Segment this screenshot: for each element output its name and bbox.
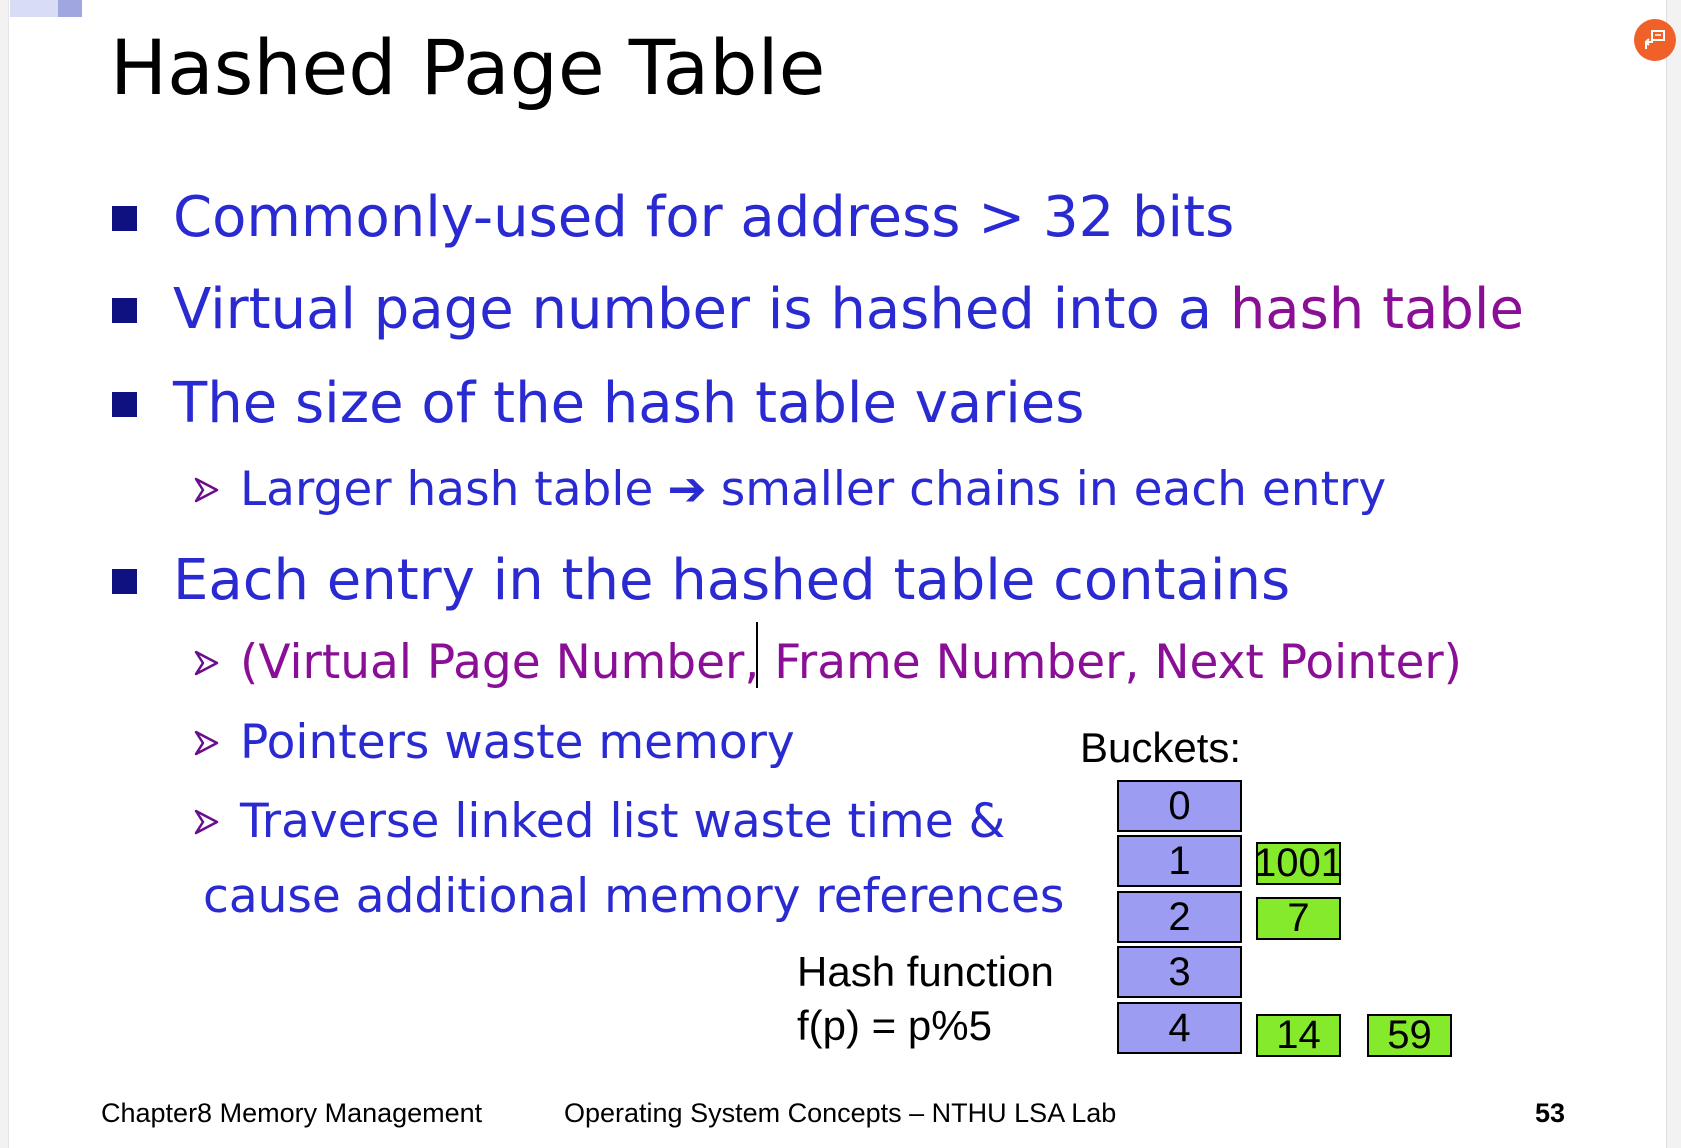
text-cursor [756, 622, 758, 688]
share-screen-icon[interactable] [1634, 19, 1676, 61]
arrowhead-bullet-icon [194, 477, 219, 502]
entry-59: 59 [1367, 1013, 1452, 1057]
bucket-4: 4 [1117, 1002, 1242, 1054]
right-scrollbar[interactable] [1666, 0, 1681, 1148]
decorative-square [58, 0, 82, 17]
slide-title: Hashed Page Table [110, 23, 826, 112]
square-bullet-icon [112, 391, 137, 417]
bullet-1-text: Commonly-used for address > 32 bits [173, 185, 1235, 250]
bullet-4: Each entry in the hashed table contains [112, 553, 1290, 609]
arrowhead-bullet-icon [194, 650, 219, 675]
arrowhead-bullet-icon [194, 730, 219, 755]
share-screen-glyph [1644, 30, 1665, 49]
bullet-2-highlight: hash table [1229, 277, 1524, 342]
bullet-2: Virtual page number is hashed into a has… [112, 282, 1524, 338]
subbullet-pointers-text: Pointers waste memory [240, 715, 795, 770]
subbullet-larger-after: smaller chains in each entry [720, 462, 1387, 517]
subbullet-tuple: (Virtual Page Number, Frame Number, Next… [192, 639, 1462, 686]
page-number: 53 [1535, 1098, 1566, 1128]
bucket-3: 3 [1117, 946, 1242, 998]
bucket-0: 0 [1117, 780, 1242, 832]
bucket-1: 1 [1117, 835, 1242, 887]
arrowhead-bullet-icon [194, 809, 219, 834]
left-edge [0, 0, 9, 1148]
subbullet-tuple-text: (Virtual Page Number, Frame Number, Next… [240, 635, 1463, 690]
entry-7: 7 [1256, 896, 1341, 940]
square-bullet-icon [112, 568, 137, 594]
bullet-3-text: The size of the hash table varies [173, 371, 1085, 436]
subbullet-traverse: Traverse linked list waste time & [192, 798, 1005, 845]
slide: Hashed Page Table Commonly-used for addr… [0, 0, 1681, 1148]
bucket-2: 2 [1117, 891, 1242, 943]
bullet-4-text: Each entry in the hashed table contains [173, 548, 1291, 613]
entry-14: 14 [1256, 1013, 1341, 1057]
square-bullet-icon [112, 205, 137, 231]
subbullet-larger: Larger hash table ➔ smaller chains in ea… [192, 466, 1386, 513]
subbullet-traverse-text: Traverse linked list waste time & [240, 794, 1006, 849]
subbullet-larger-before: Larger hash table [240, 462, 654, 517]
bullet-3: The size of the hash table varies [112, 376, 1084, 432]
hash-formula: f(p) = p%5 [797, 1002, 992, 1049]
bullet-1: Commonly-used for address > 32 bits [112, 190, 1234, 246]
hash-function-label: Hash function [797, 948, 1054, 995]
entry-1001: 1001 [1254, 841, 1343, 885]
bold-right-arrow-icon: ➔ [667, 462, 707, 517]
square-bullet-icon [112, 297, 137, 323]
footer-course: Operating System Concepts – NTHU LSA Lab [564, 1098, 1117, 1128]
subbullet-traverse-continuation: cause additional memory references [203, 869, 1065, 924]
footer-chapter: Chapter8 Memory Management [101, 1098, 483, 1128]
bullet-2-text: Virtual page number is hashed into a [173, 277, 1230, 342]
decorative-bar [10, 0, 58, 17]
subbullet-pointers: Pointers waste memory [192, 719, 795, 766]
buckets-label: Buckets: [1080, 724, 1242, 771]
